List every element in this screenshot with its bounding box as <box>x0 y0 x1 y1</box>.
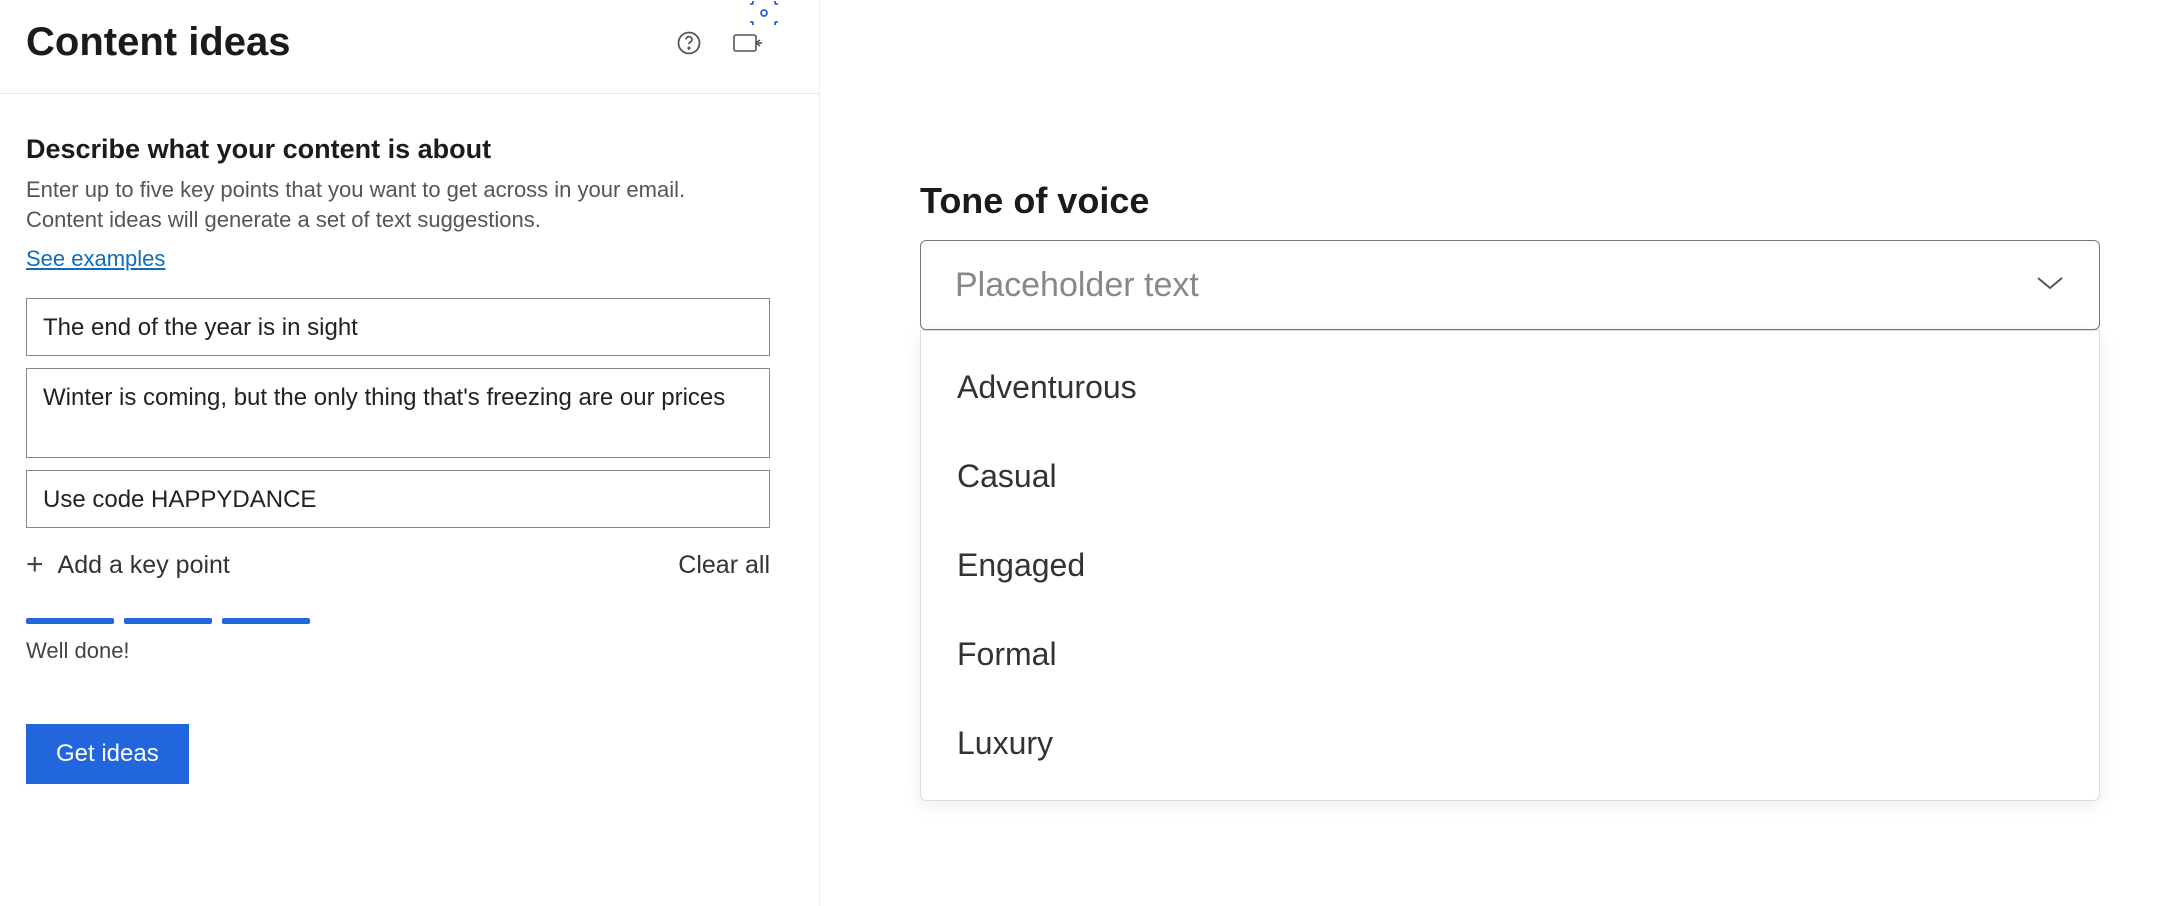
collapse-icon[interactable] <box>733 32 763 54</box>
add-key-point-label: Add a key point <box>58 551 230 580</box>
plus-icon: + <box>26 548 44 582</box>
progress-bar-segment <box>26 618 114 624</box>
describe-section: Describe what your content is about Ente… <box>0 94 819 784</box>
tone-option-casual[interactable]: Casual <box>921 432 2099 521</box>
describe-heading: Describe what your content is about <box>26 134 793 165</box>
tone-select-wrap: Placeholder text Adventurous Casual Enga… <box>920 240 2100 330</box>
chevron-down-icon <box>2035 274 2065 297</box>
tone-option-luxury[interactable]: Luxury <box>921 699 2099 788</box>
tone-select[interactable]: Placeholder text <box>920 240 2100 330</box>
tone-panel: Tone of voice Placeholder text Adventuro… <box>870 140 2120 370</box>
tone-option-engaged[interactable]: Engaged <box>921 521 2099 610</box>
tone-option-adventurous[interactable]: Adventurous <box>921 343 2099 432</box>
key-point-input-2[interactable] <box>26 368 770 458</box>
tone-dropdown: Adventurous Casual Engaged Formal Luxury <box>920 330 2100 801</box>
help-icon[interactable] <box>675 29 703 57</box>
panel-title: Content ideas <box>26 20 675 65</box>
see-examples-link[interactable]: See examples <box>26 246 165 272</box>
add-key-point-button[interactable]: + Add a key point <box>26 548 230 582</box>
progress-label: Well done! <box>26 638 793 664</box>
key-point-input-3[interactable] <box>26 470 770 528</box>
clear-all-button[interactable]: Clear all <box>678 551 770 580</box>
content-ideas-panel: Content ideas <box>0 0 820 906</box>
screen-snip-icon[interactable] <box>749 0 779 31</box>
key-point-actions-row: + Add a key point Clear all <box>26 548 770 582</box>
get-ideas-button[interactable]: Get ideas <box>26 724 189 784</box>
progress-bar-segment <box>124 618 212 624</box>
header-actions <box>675 29 763 57</box>
tone-option-formal[interactable]: Formal <box>921 610 2099 699</box>
tone-heading: Tone of voice <box>920 180 2070 222</box>
panel-header: Content ideas <box>0 0 819 94</box>
progress-bar-segment <box>222 618 310 624</box>
tone-placeholder: Placeholder text <box>955 266 1199 305</box>
describe-description: Enter up to five key points that you wan… <box>26 175 706 234</box>
key-point-input-1[interactable] <box>26 298 770 356</box>
progress-indicator <box>26 618 793 624</box>
